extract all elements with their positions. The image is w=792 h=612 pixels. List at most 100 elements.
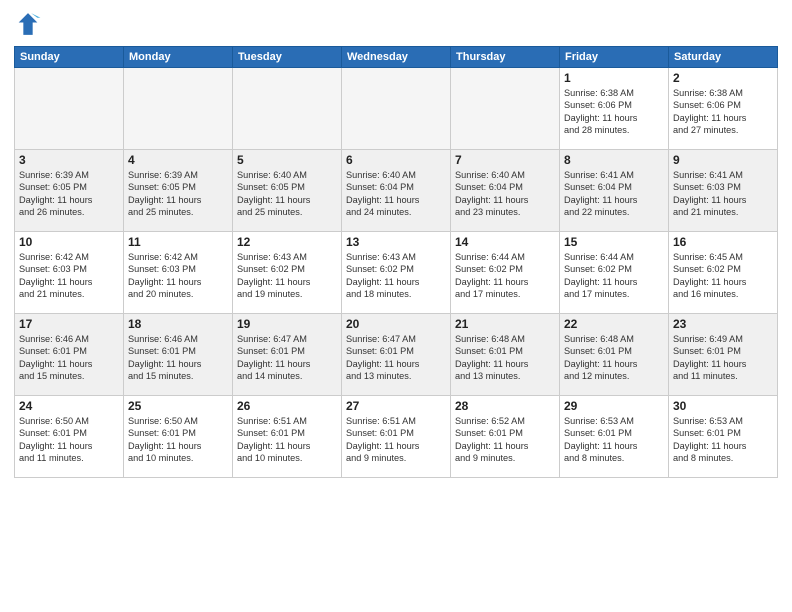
day-info: Sunrise: 6:51 AM Sunset: 6:01 PM Dayligh… [237,415,337,465]
day-number: 24 [19,399,119,413]
calendar-cell: 11 Sunrise: 6:42 AM Sunset: 6:03 PM Dayli… [124,232,233,314]
day-info: Sunrise: 6:44 AM Sunset: 6:02 PM Dayligh… [564,251,664,301]
calendar-cell: 10 Sunrise: 6:42 AM Sunset: 6:03 PM Dayli… [15,232,124,314]
calendar-cell: 27 Sunrise: 6:51 AM Sunset: 6:01 PM Dayli… [342,396,451,478]
day-info: Sunrise: 6:42 AM Sunset: 6:03 PM Dayligh… [19,251,119,301]
day-number: 28 [455,399,555,413]
day-info: Sunrise: 6:53 AM Sunset: 6:01 PM Dayligh… [673,415,773,465]
calendar-header-friday: Friday [560,47,669,68]
calendar-cell: 19Sunrise: 6:47 AM Sunset: 6:01 PM Dayli… [233,314,342,396]
day-number: 14 [455,235,555,249]
day-info: Sunrise: 6:43 AM Sunset: 6:02 PM Dayligh… [237,251,337,301]
day-info: Sunrise: 6:53 AM Sunset: 6:01 PM Dayligh… [564,415,664,465]
calendar-cell: 25 Sunrise: 6:50 AM Sunset: 6:01 PM Dayli… [124,396,233,478]
day-number: 7 [455,153,555,167]
calendar-header-sunday: Sunday [15,47,124,68]
day-number: 17 [19,317,119,331]
day-info: Sunrise: 6:46 AM Sunset: 6:01 PM Dayligh… [19,333,119,383]
page: SundayMondayTuesdayWednesdayThursdayFrid… [0,0,792,612]
calendar-cell: 8 Sunrise: 6:41 AM Sunset: 6:04 PM Daylig… [560,150,669,232]
calendar-cell [124,68,233,150]
day-info: Sunrise: 6:47 AM Sunset: 6:01 PM Dayligh… [237,333,337,383]
day-number: 11 [128,235,228,249]
day-info: Sunrise: 6:40 AM Sunset: 6:04 PM Dayligh… [455,169,555,219]
calendar-header-monday: Monday [124,47,233,68]
day-number: 30 [673,399,773,413]
calendar-cell: 24 Sunrise: 6:50 AM Sunset: 6:01 PM Dayli… [15,396,124,478]
day-info: Sunrise: 6:46 AM Sunset: 6:01 PM Dayligh… [128,333,228,383]
calendar-cell [451,68,560,150]
day-number: 23 [673,317,773,331]
logo-icon [14,10,42,38]
calendar-header-tuesday: Tuesday [233,47,342,68]
day-number: 3 [19,153,119,167]
calendar-cell: 3 Sunrise: 6:39 AM Sunset: 6:05 PM Daylig… [15,150,124,232]
day-number: 26 [237,399,337,413]
day-info: Sunrise: 6:43 AM Sunset: 6:02 PM Dayligh… [346,251,446,301]
day-info: Sunrise: 6:49 AM Sunset: 6:01 PM Dayligh… [673,333,773,383]
calendar-cell: 15 Sunrise: 6:44 AM Sunset: 6:02 PM Dayli… [560,232,669,314]
logo [14,10,46,38]
day-info: Sunrise: 6:38 AM Sunset: 6:06 PM Dayligh… [564,87,664,137]
day-info: Sunrise: 6:39 AM Sunset: 6:05 PM Dayligh… [128,169,228,219]
day-info: Sunrise: 6:41 AM Sunset: 6:03 PM Dayligh… [673,169,773,219]
calendar-cell: 6 Sunrise: 6:40 AM Sunset: 6:04 PM Daylig… [342,150,451,232]
day-info: Sunrise: 6:41 AM Sunset: 6:04 PM Dayligh… [564,169,664,219]
calendar-week-5: 24 Sunrise: 6:50 AM Sunset: 6:01 PM Dayli… [15,396,778,478]
day-info: Sunrise: 6:44 AM Sunset: 6:02 PM Dayligh… [455,251,555,301]
calendar-cell: 21Sunrise: 6:48 AM Sunset: 6:01 PM Dayli… [451,314,560,396]
day-number: 18 [128,317,228,331]
day-info: Sunrise: 6:50 AM Sunset: 6:01 PM Dayligh… [19,415,119,465]
calendar-week-3: 10 Sunrise: 6:42 AM Sunset: 6:03 PM Dayli… [15,232,778,314]
calendar-cell: 4 Sunrise: 6:39 AM Sunset: 6:05 PM Daylig… [124,150,233,232]
day-info: Sunrise: 6:40 AM Sunset: 6:04 PM Dayligh… [346,169,446,219]
day-number: 12 [237,235,337,249]
day-number: 29 [564,399,664,413]
day-number: 2 [673,71,773,85]
calendar-header-wednesday: Wednesday [342,47,451,68]
day-number: 4 [128,153,228,167]
day-number: 27 [346,399,446,413]
day-info: Sunrise: 6:48 AM Sunset: 6:01 PM Dayligh… [564,333,664,383]
calendar-table: SundayMondayTuesdayWednesdayThursdayFrid… [14,46,778,478]
day-number: 10 [19,235,119,249]
day-info: Sunrise: 6:39 AM Sunset: 6:05 PM Dayligh… [19,169,119,219]
day-number: 6 [346,153,446,167]
day-number: 13 [346,235,446,249]
calendar-cell: 17 Sunrise: 6:46 AM Sunset: 6:01 PM Dayli… [15,314,124,396]
calendar-cell: 23 Sunrise: 6:49 AM Sunset: 6:01 PM Dayli… [669,314,778,396]
calendar-cell: 14 Sunrise: 6:44 AM Sunset: 6:02 PM Dayli… [451,232,560,314]
calendar-cell: 9Sunrise: 6:41 AM Sunset: 6:03 PM Daylig… [669,150,778,232]
calendar-header-saturday: Saturday [669,47,778,68]
calendar-cell: 7 Sunrise: 6:40 AM Sunset: 6:04 PM Daylig… [451,150,560,232]
day-number: 15 [564,235,664,249]
calendar-cell: 13 Sunrise: 6:43 AM Sunset: 6:02 PM Dayli… [342,232,451,314]
day-number: 1 [564,71,664,85]
day-info: Sunrise: 6:48 AM Sunset: 6:01 PM Dayligh… [455,333,555,383]
day-number: 16 [673,235,773,249]
day-info: Sunrise: 6:38 AM Sunset: 6:06 PM Dayligh… [673,87,773,137]
calendar-header-row: SundayMondayTuesdayWednesdayThursdayFrid… [15,47,778,68]
day-info: Sunrise: 6:45 AM Sunset: 6:02 PM Dayligh… [673,251,773,301]
day-info: Sunrise: 6:52 AM Sunset: 6:01 PM Dayligh… [455,415,555,465]
calendar-cell [342,68,451,150]
calendar-cell [233,68,342,150]
calendar-cell: 29 Sunrise: 6:53 AM Sunset: 6:01 PM Dayli… [560,396,669,478]
day-info: Sunrise: 6:50 AM Sunset: 6:01 PM Dayligh… [128,415,228,465]
calendar-cell: 5Sunrise: 6:40 AM Sunset: 6:05 PM Daylig… [233,150,342,232]
day-number: 20 [346,317,446,331]
calendar-cell [15,68,124,150]
calendar-week-4: 17 Sunrise: 6:46 AM Sunset: 6:01 PM Dayli… [15,314,778,396]
day-number: 8 [564,153,664,167]
day-number: 25 [128,399,228,413]
calendar-cell: 12 Sunrise: 6:43 AM Sunset: 6:02 PM Dayli… [233,232,342,314]
header [14,10,778,38]
day-info: Sunrise: 6:40 AM Sunset: 6:05 PM Dayligh… [237,169,337,219]
day-info: Sunrise: 6:42 AM Sunset: 6:03 PM Dayligh… [128,251,228,301]
day-info: Sunrise: 6:51 AM Sunset: 6:01 PM Dayligh… [346,415,446,465]
calendar-week-2: 3 Sunrise: 6:39 AM Sunset: 6:05 PM Daylig… [15,150,778,232]
calendar-cell: 2 Sunrise: 6:38 AM Sunset: 6:06 PM Daylig… [669,68,778,150]
day-number: 22 [564,317,664,331]
day-info: Sunrise: 6:47 AM Sunset: 6:01 PM Dayligh… [346,333,446,383]
calendar-week-1: 1 Sunrise: 6:38 AM Sunset: 6:06 PM Daylig… [15,68,778,150]
